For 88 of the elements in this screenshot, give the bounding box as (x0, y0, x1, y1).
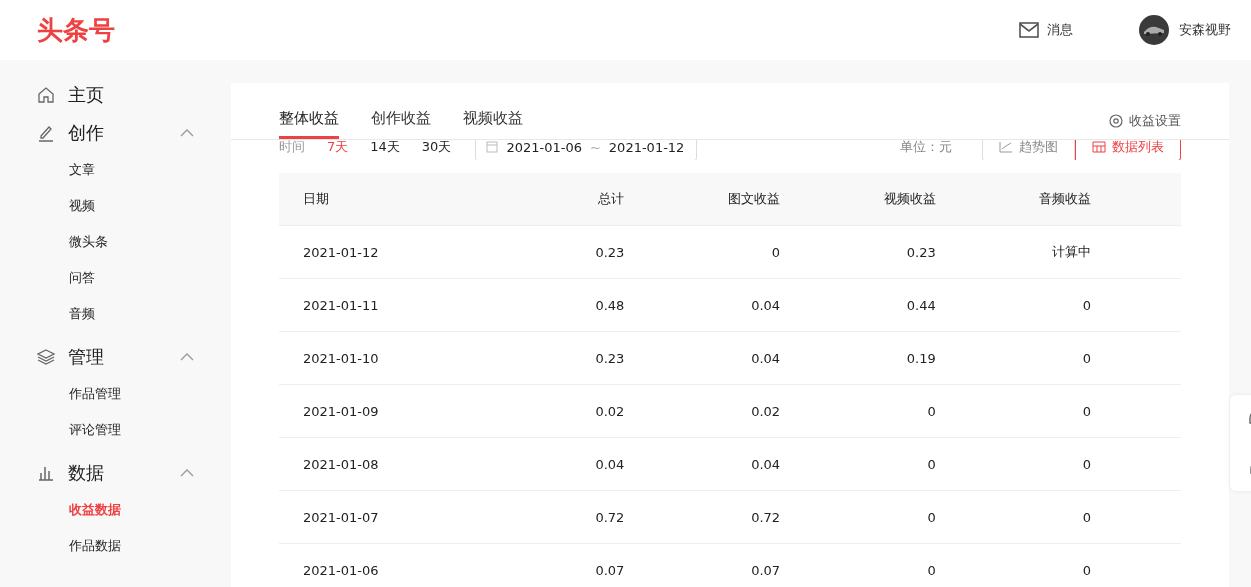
calendar-icon (486, 141, 499, 153)
table-cell: 2021-01-07 (279, 490, 498, 544)
range-option[interactable]: 30天 (421, 140, 452, 156)
table-cell: 0.04 (497, 437, 625, 491)
range-option[interactable]: 7天 (327, 140, 349, 156)
table-cell: 0 (780, 384, 936, 438)
bar-chart-icon (37, 464, 55, 482)
settings-link[interactable]: 收益设置 (1129, 112, 1181, 130)
chevron-icon[interactable] (180, 353, 194, 361)
table-cell: 0.02 (497, 384, 625, 438)
table-cell: 0 (780, 437, 936, 491)
nav-item[interactable]: 视频 (0, 188, 231, 224)
column-header: 音频收益 (935, 173, 1181, 226)
nav-group[interactable]: 主页 (0, 82, 194, 108)
logo[interactable]: 头条号 (37, 12, 115, 48)
table-cell: 0 (935, 278, 1181, 332)
chevron-icon[interactable] (180, 129, 194, 137)
table-cell: 0.19 (780, 331, 936, 385)
nav-item[interactable]: 作品数据 (0, 528, 231, 564)
avatar[interactable] (1139, 15, 1169, 45)
view-toggle-button[interactable]: 数据列表 (1075, 140, 1181, 160)
nav-group-label[interactable]: 数据 (68, 461, 180, 485)
table-cell: 0 (935, 331, 1181, 385)
column-header: 总计 (497, 173, 625, 226)
filter-label: 时间 (279, 140, 305, 156)
table-cell: 0.02 (624, 384, 781, 438)
mail-icon[interactable] (1019, 22, 1039, 38)
column-header: 视频收益 (780, 173, 936, 226)
table-cell: 0.23 (780, 225, 936, 279)
view-toggle-button[interactable]: 趋势图 (982, 140, 1075, 160)
date-range-field[interactable]: 2021-01-06 ~ 2021-01-12 (475, 140, 698, 160)
column-header: 日期 (279, 173, 498, 226)
end-date: 2021-01-12 (608, 140, 685, 155)
date-separator: ~ (589, 140, 601, 155)
nav-group[interactable]: 管理 (0, 344, 194, 370)
nav-item[interactable]: 音频 (0, 296, 231, 332)
grid-icon (1092, 141, 1106, 153)
table-cell: 0.48 (497, 278, 625, 332)
tab[interactable]: 视频收益 (463, 109, 523, 139)
chevron-icon[interactable] (180, 469, 194, 477)
table-cell: 0 (935, 384, 1181, 438)
layers-icon (37, 348, 55, 366)
messages-link[interactable]: 消息 (1047, 21, 1073, 39)
nav-item[interactable]: 问答 (0, 260, 231, 296)
nav-item[interactable]: 评论管理 (0, 412, 231, 448)
user-name[interactable]: 安森视野 (1179, 21, 1231, 39)
unit-label: 单位：元 (900, 140, 952, 156)
home-icon (37, 86, 55, 104)
table-cell: 0 (624, 225, 781, 279)
table-cell: 0 (780, 543, 936, 587)
table-cell: 2021-01-08 (279, 437, 498, 491)
table-cell: 0.72 (497, 490, 625, 544)
table-cell: 0.07 (497, 543, 625, 587)
table-cell: 0.04 (624, 278, 781, 332)
table-cell: 计算中 (935, 225, 1181, 279)
table-cell: 0.07 (624, 543, 781, 587)
settings-icon[interactable] (1109, 114, 1123, 128)
nav-group-label[interactable]: 管理 (68, 345, 180, 369)
column-header: 图文收益 (624, 173, 781, 226)
table-cell: 0.23 (497, 331, 625, 385)
nav-group[interactable]: 数据 (0, 460, 194, 486)
table-cell: 2021-01-12 (279, 225, 498, 279)
nav-item[interactable]: 收益数据 (0, 492, 231, 528)
nav-group-label[interactable]: 主页 (68, 83, 194, 107)
table-cell: 2021-01-09 (279, 384, 498, 438)
table-cell: 0 (935, 490, 1181, 544)
table-cell: 0.44 (780, 278, 936, 332)
table-cell: 0 (935, 543, 1181, 587)
nav-group-label[interactable]: 创作 (68, 121, 180, 145)
line-chart-icon (999, 141, 1013, 153)
table-cell: 2021-01-06 (279, 543, 498, 587)
table-cell: 0.23 (497, 225, 625, 279)
table-cell: 0 (780, 490, 936, 544)
tab[interactable]: 创作收益 (371, 109, 431, 139)
range-option[interactable]: 14天 (370, 140, 400, 156)
table-cell: 0 (935, 437, 1181, 491)
nav-item[interactable]: 微头条 (0, 224, 231, 260)
table-cell: 2021-01-11 (279, 278, 498, 332)
table-cell: 0.04 (624, 331, 781, 385)
nav-item[interactable]: 文章 (0, 152, 231, 188)
table-cell: 0.72 (624, 490, 781, 544)
pen-icon (37, 124, 55, 142)
table-cell: 0.04 (624, 437, 781, 491)
tab[interactable]: 整体收益 (279, 109, 339, 139)
nav-group[interactable]: 创作 (0, 120, 194, 146)
table-cell: 2021-01-10 (279, 331, 498, 385)
nav-item[interactable]: 作品管理 (0, 376, 231, 412)
start-date: 2021-01-06 (506, 140, 582, 155)
